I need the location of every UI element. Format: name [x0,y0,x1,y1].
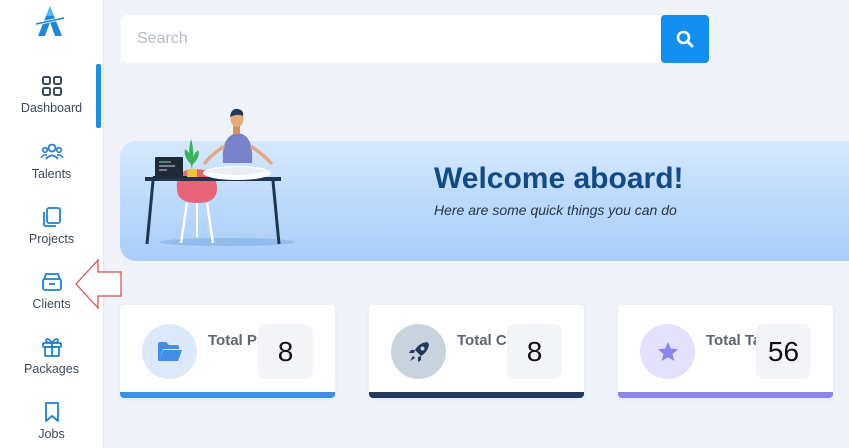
meditation-illustration [145,108,295,246]
stat-label: Total Projects [208,332,264,349]
search-input[interactable] [121,15,661,63]
copy-icon [42,207,61,227]
brand-logo-icon[interactable] [33,4,67,38]
stat-card-talents[interactable]: Total Talents 56 [618,305,833,398]
search-button[interactable] [661,15,709,63]
sidebar-item-label: Projects [28,232,75,246]
stat-card-clients[interactable]: Total Clients 8 [369,305,584,398]
folder-icon-badge [142,324,197,379]
welcome-title: Welcome aboard! [434,162,684,195]
stat-label: Total Talents [706,332,762,349]
sidebar-item-label: Packages [24,362,79,376]
arrow-left-icon [75,258,122,310]
users-icon [39,143,64,160]
sidebar-item-jobs[interactable]: Jobs [0,400,103,448]
folder-icon [157,341,182,361]
sidebar-item-label: Jobs [38,427,65,441]
stat-count: 8 [507,324,562,379]
card-accent-bar [120,392,335,398]
sidebar-item-packages[interactable]: Packages [0,335,103,397]
card-accent-bar [369,392,584,398]
active-indicator [96,64,101,128]
bookmark-icon [44,402,59,422]
sidebar-item-dashboard[interactable]: Dashboard [0,74,103,136]
gift-icon [41,338,62,357]
search-icon [676,30,694,48]
sidebar-item-label: Dashboard [20,101,83,115]
rocket-icon-badge [391,324,446,379]
star-icon [657,341,678,361]
card-accent-bar [618,392,833,398]
grid-icon [41,76,62,96]
stat-label: Total Clients [457,332,513,349]
stat-card-projects[interactable]: Total Projects 8 [120,305,335,398]
rocket-icon [408,341,429,362]
sidebar-item-label: Talents [31,167,72,181]
star-icon-badge [640,324,695,379]
archive-icon [41,273,62,291]
stat-count: 8 [258,324,313,379]
sidebar: Dashboard Talents Projects Clients Packa… [0,0,104,448]
welcome-subtitle: Here are some quick things you can do [434,202,677,218]
stat-count: 56 [756,324,811,379]
sidebar-item-talents[interactable]: Talents [0,140,103,202]
